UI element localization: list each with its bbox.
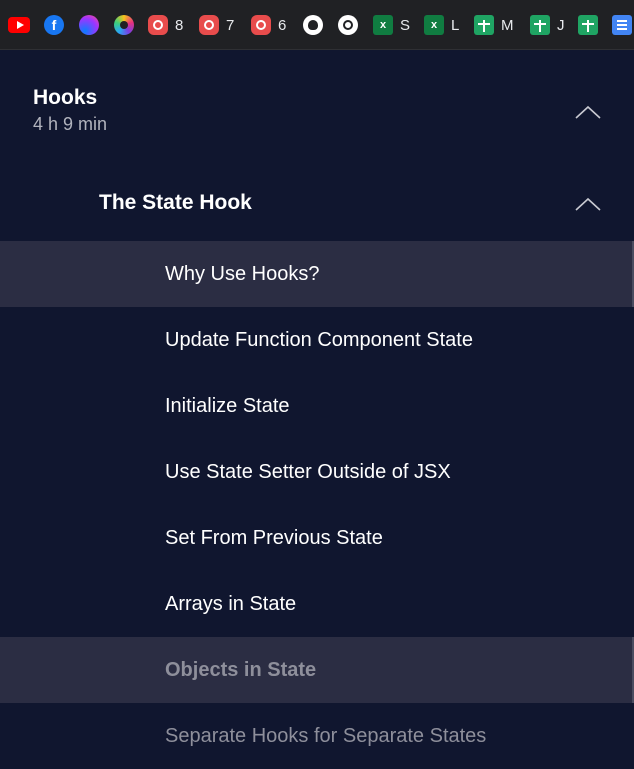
github-icon (303, 15, 323, 35)
excel-icon: x (424, 15, 444, 35)
chevron-up-icon[interactable] (575, 105, 601, 119)
section-title[interactable]: Hooks (33, 86, 97, 110)
bookmark-label: M (501, 16, 514, 34)
google-sheets-icon (474, 15, 494, 35)
excel-icon: x (373, 15, 393, 35)
lesson-label: Set From Previous State (165, 526, 383, 549)
youtube-icon (8, 17, 30, 33)
bookmark-label: 7 (226, 16, 235, 34)
bookmark-sheets-m[interactable]: M (474, 14, 514, 36)
lesson-label: Initialize State (165, 394, 290, 417)
lesson-item[interactable]: Use State Setter Outside of JSX (0, 439, 634, 505)
lesson-item-current[interactable]: Objects in State (0, 637, 634, 703)
google-docs-icon (612, 15, 632, 35)
bookmark-rainbow-app[interactable] (114, 14, 134, 36)
lesson-label: Objects in State (165, 658, 317, 681)
lesson-label: Update Function Component State (165, 328, 473, 351)
bookmark-label: 6 (278, 16, 287, 34)
chatgpt-icon (148, 15, 168, 35)
lesson-item[interactable]: Update Function Component State (0, 307, 634, 373)
bookmark-label: 8 (175, 16, 184, 34)
bookmark-excel-l[interactable]: x L (424, 14, 459, 36)
bookmark-facebook[interactable]: f (44, 14, 64, 36)
bookmark-chatgpt-6[interactable]: 6 (251, 14, 286, 36)
bookmark-chatgpt-7[interactable]: 7 (199, 14, 234, 36)
bookmark-docs[interactable] (612, 14, 632, 36)
bookmark-chatgpt[interactable] (338, 14, 358, 36)
lesson-label: Why Use Hooks? (165, 262, 320, 285)
bookmark-excel-s[interactable]: x S (373, 14, 410, 36)
lesson-item[interactable]: Separate Hooks for Separate States (0, 703, 634, 769)
bookmark-chatgpt-8[interactable]: 8 (148, 14, 183, 36)
lesson-item[interactable]: Set From Previous State (0, 505, 634, 571)
facebook-icon: f (44, 15, 64, 35)
bookmark-github[interactable] (303, 14, 323, 36)
bookmark-messenger[interactable] (79, 14, 99, 36)
bookmarks-bar: f 8 7 6 x S x L M J (0, 0, 634, 50)
rainbow-app-icon (114, 15, 134, 35)
lesson-item[interactable]: Initialize State (0, 373, 634, 439)
lesson-label: Use State Setter Outside of JSX (165, 460, 451, 483)
bookmark-sheets-j[interactable]: J (530, 14, 565, 36)
lesson-item[interactable]: Why Use Hooks? (0, 241, 634, 307)
bookmark-label: S (400, 16, 411, 34)
bookmark-youtube[interactable] (8, 14, 30, 36)
lesson-label: Separate Hooks for Separate States (165, 724, 487, 747)
subsection-title[interactable]: The State Hook (99, 191, 252, 215)
chatgpt-icon (199, 15, 219, 35)
bookmark-sheets[interactable] (578, 14, 598, 36)
google-sheets-icon (578, 15, 598, 35)
lesson-label: Arrays in State (165, 592, 297, 615)
google-sheets-icon (530, 15, 550, 35)
chevron-up-icon[interactable] (575, 197, 601, 211)
bookmark-label: L (451, 16, 460, 34)
lesson-item[interactable]: Arrays in State (0, 571, 634, 637)
messenger-icon (79, 15, 99, 35)
section-duration: 4 h 9 min (33, 114, 108, 134)
chatgpt-icon (338, 15, 358, 35)
bookmark-label: J (557, 16, 565, 34)
lesson-list: Why Use Hooks? Update Function Component… (0, 241, 634, 769)
chatgpt-icon (251, 15, 271, 35)
